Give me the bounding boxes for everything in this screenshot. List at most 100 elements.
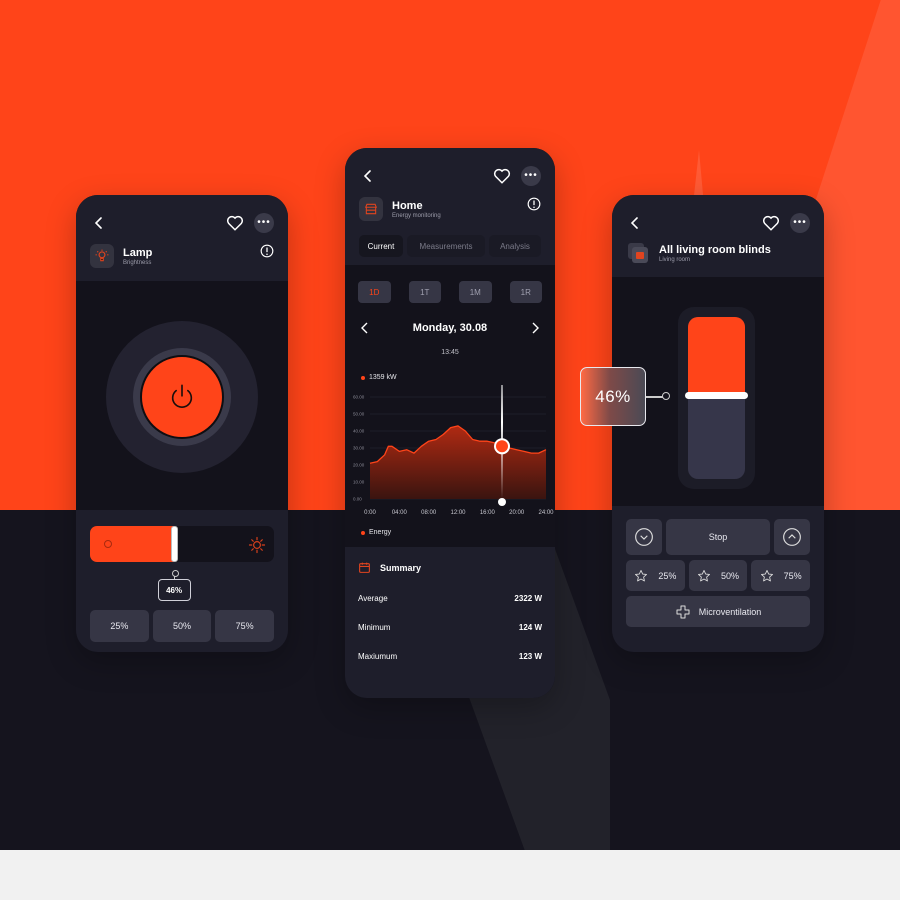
blinds-handle[interactable] [685, 391, 748, 399]
preset-label: 25% [658, 570, 677, 581]
device-subtitle: Energy monitoring [392, 212, 441, 219]
preset-25-button[interactable]: 25% [90, 610, 149, 642]
blinds-header: ••• All living room blinds Living room [612, 195, 824, 277]
blinds-value-tooltip: 46% [580, 367, 646, 426]
more-icon[interactable]: ••• [254, 213, 274, 233]
range-1r-button[interactable]: 1R [509, 281, 542, 303]
blinds-fill [688, 317, 745, 395]
heart-icon[interactable] [762, 214, 780, 232]
view-tabs: Current Measurements Analysis [359, 235, 541, 257]
selected-time: 13:45 [441, 349, 459, 356]
brightness-value-tooltip: 46% [157, 579, 191, 601]
preset-50-button[interactable]: 50% [152, 610, 212, 642]
favorite-25-button[interactable]: 25% [626, 560, 685, 591]
more-icon[interactable]: ••• [790, 213, 810, 233]
tab-measurements[interactable]: Measurements [407, 235, 485, 257]
stat-label: Minimum [358, 623, 391, 632]
brightness-panel: 46% 25% 50% 75% [76, 510, 288, 652]
tooltip-connector-dot [662, 392, 670, 400]
store-icon [359, 197, 383, 221]
lamp-icon [90, 244, 114, 268]
energy-header: ••• Home Energy monitoring Current Measu… [345, 148, 555, 265]
lamp-screen: ••• Lamp Brightness 46% 25% 50% 75% [76, 195, 288, 652]
tab-analysis[interactable]: Analysis [489, 235, 541, 257]
selected-date: Monday, 30.08 [412, 322, 488, 334]
device-subtitle: Brightness [123, 259, 152, 266]
energy-chart[interactable]: 0.00 10.00 20.00 30.00 40.00 50.00 60.00 0:00 04… [345, 385, 555, 527]
brightness-presets: 25% 50% 75% [90, 610, 275, 642]
stat-label: Average [358, 594, 388, 603]
stat-value: 124 W [518, 623, 542, 632]
energy-screen: ••• Home Energy monitoring Current Measu… [345, 148, 555, 698]
device-title: All living room blinds [659, 243, 771, 256]
favorite-50-button[interactable]: 50% [688, 560, 748, 591]
x-tick-label: 24:00 [538, 510, 554, 516]
y-tick-label: 60.00 [353, 395, 365, 400]
stat-value: 2322 W [514, 594, 542, 603]
chevron-up-circle-icon [783, 528, 801, 546]
date-navigator: Monday, 30.08 [361, 322, 539, 334]
time-range-selector: 1D 1T 1M 1R [358, 281, 542, 303]
range-1d-button[interactable]: 1D [358, 281, 391, 303]
sun-icon [248, 536, 266, 554]
y-tick-label: 20.00 [353, 463, 365, 468]
lamp-header: ••• Lamp Brightness [76, 195, 288, 281]
brightness-slider[interactable] [90, 526, 274, 562]
energy-chart-area: 1D 1T 1M 1R Monday, 30.08 13:45 1359 kW … [345, 265, 555, 547]
calendar-icon [359, 562, 370, 573]
move-down-button[interactable] [626, 519, 662, 555]
y-tick-label: 50.00 [353, 412, 365, 417]
favorite-75-button[interactable]: 75% [751, 560, 811, 591]
info-icon[interactable] [260, 244, 274, 258]
y-tick-label: 10.00 [353, 480, 365, 485]
summary-row: Maxiumum 123 W [358, 652, 542, 661]
power-icon [171, 384, 193, 408]
ventilation-icon [676, 605, 690, 618]
brightness-min-icon [104, 540, 112, 548]
x-tick-label: 16:00 [480, 510, 496, 516]
stat-label: Maxiumum [358, 652, 398, 661]
heart-icon[interactable] [226, 214, 244, 232]
preset-label: 75% [783, 570, 802, 581]
blinds-controls: Stop 25% 50% 75% Microventilation [612, 506, 824, 652]
chevron-down-circle-icon [635, 528, 653, 546]
heart-icon[interactable] [493, 167, 511, 185]
brightness-handle[interactable] [171, 526, 178, 562]
legend-label: Energy [369, 529, 392, 536]
prev-day-icon[interactable] [361, 322, 369, 334]
star-icon [698, 569, 710, 581]
preset-75-button[interactable]: 75% [215, 610, 275, 642]
y-tick-label: 40.00 [353, 429, 365, 434]
x-tick-label: 0:00 [364, 510, 376, 516]
move-up-button[interactable] [774, 519, 810, 555]
device-title: Home [392, 199, 423, 212]
summary-panel: Summary Average 2322 W Minimum 124 W Maxiu… [345, 547, 555, 698]
stop-button[interactable]: Stop [666, 519, 770, 555]
power-control-area [76, 281, 288, 510]
next-day-icon[interactable] [531, 322, 539, 334]
y-tick-label: 0.00 [353, 497, 362, 502]
stat-value: 123 W [518, 652, 542, 661]
preset-label: 50% [721, 570, 740, 581]
info-icon[interactable] [527, 197, 541, 211]
range-1t-button[interactable]: 1T [408, 281, 441, 303]
background-footer [0, 850, 900, 900]
microventilation-button[interactable]: Microventilation [626, 596, 810, 627]
brightness-fill [90, 526, 175, 562]
x-tick-label: 12:00 [450, 510, 466, 516]
cursor-marker [496, 440, 508, 453]
back-icon[interactable] [359, 167, 377, 185]
range-1m-button[interactable]: 1M [459, 281, 492, 303]
tab-current[interactable]: Current [359, 235, 403, 257]
summary-title: Summary [380, 562, 422, 573]
back-icon[interactable] [90, 214, 108, 232]
blinds-slider[interactable] [678, 307, 755, 489]
power-button[interactable] [140, 355, 224, 439]
back-icon[interactable] [626, 214, 644, 232]
legend-dot [361, 530, 365, 535]
more-icon[interactable]: ••• [521, 166, 541, 186]
tooltip-connector [646, 396, 663, 398]
value-dot [361, 375, 365, 380]
y-tick-label: 30.00 [353, 446, 365, 451]
x-tick-label: 08:00 [421, 510, 437, 516]
